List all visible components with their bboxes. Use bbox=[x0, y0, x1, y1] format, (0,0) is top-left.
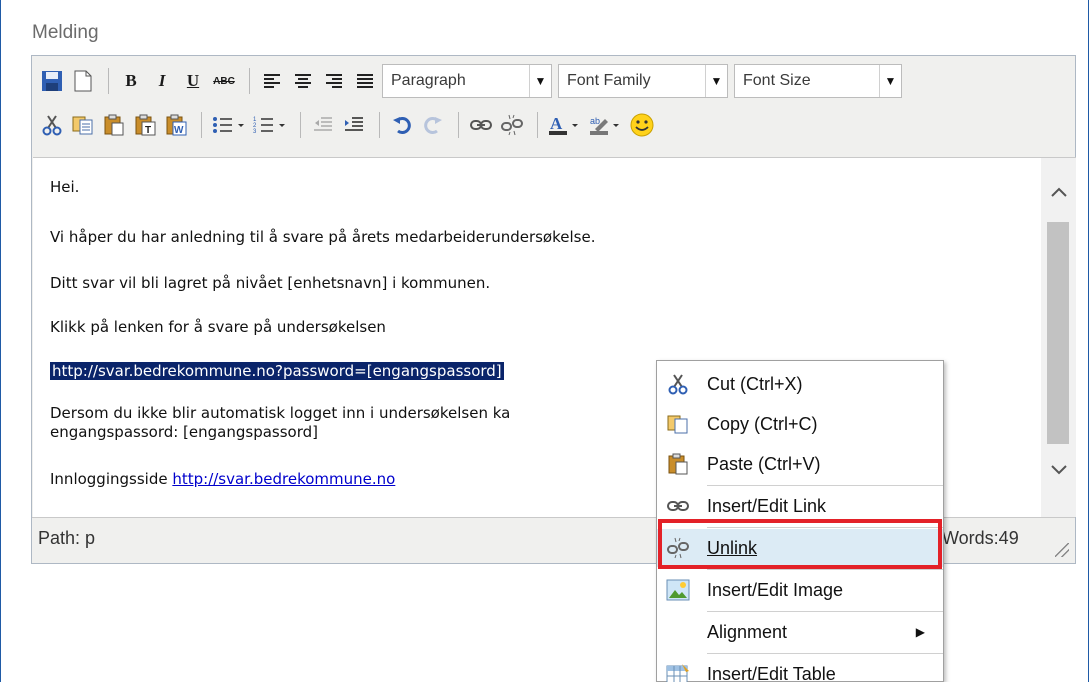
toolbar-separator bbox=[201, 112, 202, 138]
menu-item-insert-table[interactable]: Insert/Edit Table bbox=[657, 655, 943, 682]
menu-item-label: Insert/Edit Image bbox=[707, 579, 844, 600]
format-select[interactable]: Paragraph ▼ bbox=[382, 64, 552, 98]
scroll-down-icon[interactable] bbox=[1041, 458, 1076, 482]
login-link[interactable]: http://svar.bedrekommune.no bbox=[172, 470, 395, 488]
toolbar-separator bbox=[249, 68, 250, 94]
paste-icon[interactable] bbox=[100, 111, 128, 139]
menu-separator bbox=[707, 485, 943, 486]
align-right-icon[interactable] bbox=[320, 67, 348, 95]
chevron-down-icon[interactable]: ▼ bbox=[529, 65, 551, 97]
menu-separator bbox=[707, 653, 943, 654]
resize-handle-icon[interactable] bbox=[1055, 543, 1069, 557]
vertical-scrollbar[interactable] bbox=[1041, 157, 1076, 517]
cut-icon[interactable] bbox=[38, 111, 66, 139]
content-line-dersom-2: engangspassord: [engangspassord] bbox=[50, 423, 319, 441]
align-center-icon[interactable] bbox=[289, 67, 317, 95]
element-path: Path: p bbox=[38, 528, 96, 548]
menu-separator bbox=[707, 611, 943, 612]
link-icon[interactable] bbox=[467, 111, 495, 139]
outdent-icon[interactable] bbox=[309, 111, 337, 139]
font-size-select[interactable]: Font Size ▼ bbox=[734, 64, 902, 98]
text-color-icon[interactable]: A bbox=[546, 111, 584, 139]
content-line-login: Innloggingsside http://svar.bedrekommune… bbox=[50, 470, 395, 489]
toolbar-separator bbox=[537, 112, 538, 138]
menu-item-label: Copy (Ctrl+C) bbox=[707, 413, 818, 434]
bold-icon[interactable]: B bbox=[117, 67, 145, 95]
copy-icon[interactable] bbox=[69, 111, 97, 139]
font-size-select-value: Font Size bbox=[743, 72, 811, 89]
paste-icon bbox=[663, 449, 693, 479]
numbered-list-icon[interactable]: 123 bbox=[251, 111, 289, 139]
menu-item-label: Insert/Edit Link bbox=[707, 495, 827, 516]
underline-icon[interactable]: U bbox=[179, 67, 207, 95]
strikethrough-icon[interactable]: ABC bbox=[210, 67, 238, 95]
emoticon-icon[interactable] bbox=[628, 111, 656, 139]
unlink-icon[interactable] bbox=[498, 111, 526, 139]
content-line-dersom-1: Dersom du ikke blir automatisk logget in… bbox=[50, 404, 511, 422]
submenu-arrow-icon: ▶ bbox=[915, 625, 925, 639]
bullet-list-icon[interactable] bbox=[210, 111, 248, 139]
menu-item-paste[interactable]: Paste (Ctrl+V) bbox=[657, 445, 943, 483]
toolbar-row-2: T W 123 A ab bbox=[32, 104, 1075, 146]
menu-item-insert-image[interactable]: Insert/Edit Image bbox=[657, 571, 943, 609]
unlink-highlight-box bbox=[658, 519, 942, 569]
svg-text:3: 3 bbox=[253, 129, 257, 134]
menu-separator bbox=[707, 569, 943, 570]
indent-icon[interactable] bbox=[340, 111, 368, 139]
cut-icon bbox=[663, 369, 693, 399]
align-left-icon[interactable] bbox=[258, 67, 286, 95]
menu-item-label: Insert/Edit Table bbox=[707, 663, 836, 682]
word-count: Words:49 bbox=[942, 528, 1019, 548]
content-line-level: Ditt svar vil bli lagret på nivået [enhe… bbox=[50, 274, 491, 292]
table-icon bbox=[663, 659, 693, 682]
copy-icon bbox=[663, 409, 693, 439]
login-prefix: Innloggingsside bbox=[50, 470, 173, 488]
toolbar-separator bbox=[300, 112, 301, 138]
image-icon bbox=[663, 575, 693, 605]
content-line-selected: http://svar.bedrekommune.no?password=[en… bbox=[50, 362, 504, 381]
chevron-down-icon[interactable]: ▼ bbox=[705, 65, 727, 97]
svg-text:A: A bbox=[550, 114, 563, 133]
field-label: Melding bbox=[32, 22, 99, 43]
paste-text-icon[interactable]: T bbox=[131, 111, 159, 139]
selected-link-text[interactable]: http://svar.bedrekommune.no?password=[en… bbox=[50, 362, 504, 380]
toolbar-separator bbox=[458, 112, 459, 138]
format-select-value: Paragraph bbox=[391, 72, 466, 89]
content-line-click: Klikk på lenken for å svare på undersøke… bbox=[50, 318, 386, 336]
content-line-intro: Vi håper du har anledning til å svare på… bbox=[50, 228, 596, 246]
menu-item-copy[interactable]: Copy (Ctrl+C) bbox=[657, 405, 943, 443]
font-family-select[interactable]: Font Family ▼ bbox=[558, 64, 728, 98]
menu-item-label: Paste (Ctrl+V) bbox=[707, 453, 821, 474]
new-document-icon[interactable] bbox=[69, 67, 97, 95]
chevron-down-icon[interactable]: ▼ bbox=[879, 65, 901, 97]
menu-item-label: Cut (Ctrl+X) bbox=[707, 373, 803, 394]
font-family-select-value: Font Family bbox=[567, 72, 651, 89]
svg-text:ab: ab bbox=[590, 116, 600, 126]
link-icon bbox=[663, 491, 693, 521]
toolbar-separator bbox=[379, 112, 380, 138]
redo-icon[interactable] bbox=[419, 111, 447, 139]
scroll-up-icon[interactable] bbox=[1041, 180, 1076, 204]
scrollbar-thumb[interactable] bbox=[1047, 222, 1069, 444]
menu-item-label: Alignment bbox=[707, 621, 788, 642]
menu-item-alignment[interactable]: Alignment ▶ bbox=[657, 613, 943, 651]
content-line-greeting: Hei. bbox=[50, 178, 80, 196]
blank-icon bbox=[663, 617, 693, 647]
align-justify-icon[interactable] bbox=[351, 67, 379, 95]
save-icon[interactable] bbox=[38, 67, 66, 95]
undo-icon[interactable] bbox=[388, 111, 416, 139]
menu-item-cut[interactable]: Cut (Ctrl+X) bbox=[657, 365, 943, 403]
toolbar-row-1: B I U ABC Paragraph ▼ Font Family ▼ Font… bbox=[32, 60, 1075, 102]
paste-word-icon[interactable]: W bbox=[162, 111, 190, 139]
highlight-color-icon[interactable]: ab bbox=[587, 111, 625, 139]
toolbar-separator bbox=[108, 68, 109, 94]
svg-text:W: W bbox=[174, 125, 184, 136]
svg-text:T: T bbox=[145, 125, 151, 136]
italic-icon[interactable]: I bbox=[148, 67, 176, 95]
